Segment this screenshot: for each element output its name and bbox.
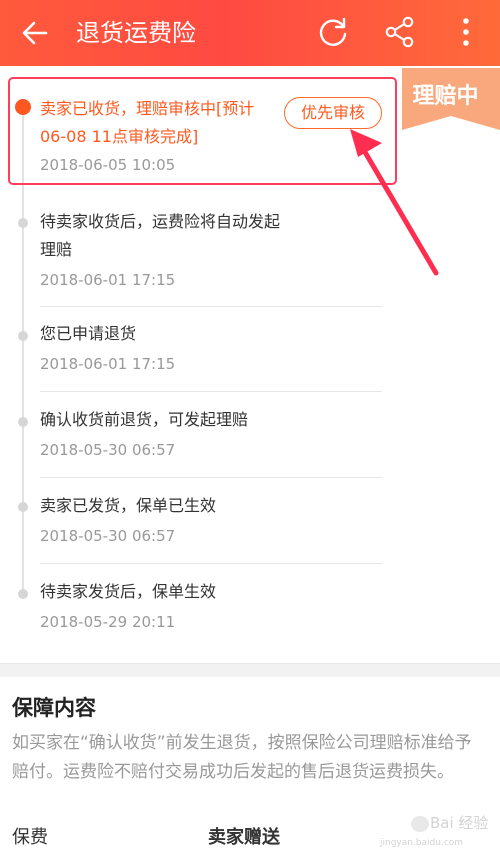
timeline-divider: [40, 563, 382, 564]
timeline-time: 2018-05-30 06:57: [40, 527, 176, 545]
highlight-annotation: [8, 77, 397, 185]
timeline-item: 待卖家收货后，运费险将自动发起理赔 2018-06-01 17:15: [40, 208, 382, 292]
arrow-left-icon[interactable]: [20, 17, 50, 49]
timeline-time: 2018-06-01 17:15: [40, 355, 176, 373]
coverage-title: 保障内容: [12, 696, 96, 720]
share-icon[interactable]: [383, 15, 417, 49]
timeline-dot: [18, 331, 28, 341]
timeline-item: 待卖家发货后，保单生效 2018-05-29 20:11: [40, 578, 382, 634]
timeline-text: 您已申请退货: [40, 324, 137, 343]
timeline-divider: [40, 391, 382, 392]
timeline-text: 待卖家收货后，运费险将自动发起理赔: [40, 212, 281, 259]
app-header: 退货运费险: [0, 0, 500, 66]
watermark-text: Bai 经验: [430, 814, 489, 832]
watermark-sub: jingyan.baidu.com: [380, 838, 464, 848]
coverage-description: 如买家在“确认收货”前发生退货，按照保险公司理赔标准给予赔付。运费险不赔付交易成…: [12, 733, 472, 782]
timeline-time: 2018-05-29 20:11: [40, 613, 176, 631]
timeline-divider: [40, 477, 382, 478]
timeline-item: 您已申请退货 2018-06-01 17:15: [40, 320, 382, 376]
timeline-dot: [18, 218, 28, 228]
timeline-dot: [18, 502, 28, 512]
timeline-dot: [18, 417, 28, 427]
refresh-icon[interactable]: [316, 15, 350, 49]
timeline-text: 卖家已发货，保单已生效: [40, 496, 217, 515]
fee-value: 卖家赠送: [208, 827, 280, 848]
timeline-dot: [18, 589, 28, 599]
timeline-divider: [40, 306, 382, 307]
timeline-text: 确认收货前退货，可发起理赔: [40, 410, 249, 429]
status-badge: 理赔中: [412, 84, 479, 109]
timeline-time: 2018-06-01 17:15: [40, 271, 176, 289]
timeline-text: 待卖家发货后，保单生效: [40, 582, 217, 601]
fee-label: 保费: [12, 827, 48, 848]
timeline-time: 2018-05-30 06:57: [40, 441, 176, 459]
annotation-arrow: [350, 129, 439, 276]
section-divider: [0, 663, 500, 677]
more-vertical-icon[interactable]: [454, 15, 478, 49]
timeline-item: 确认收货前退货，可发起理赔 2018-05-30 06:57: [40, 406, 382, 462]
page-title: 退货运费险: [76, 19, 196, 47]
timeline-item: 卖家已发货，保单已生效 2018-05-30 06:57: [40, 492, 382, 548]
